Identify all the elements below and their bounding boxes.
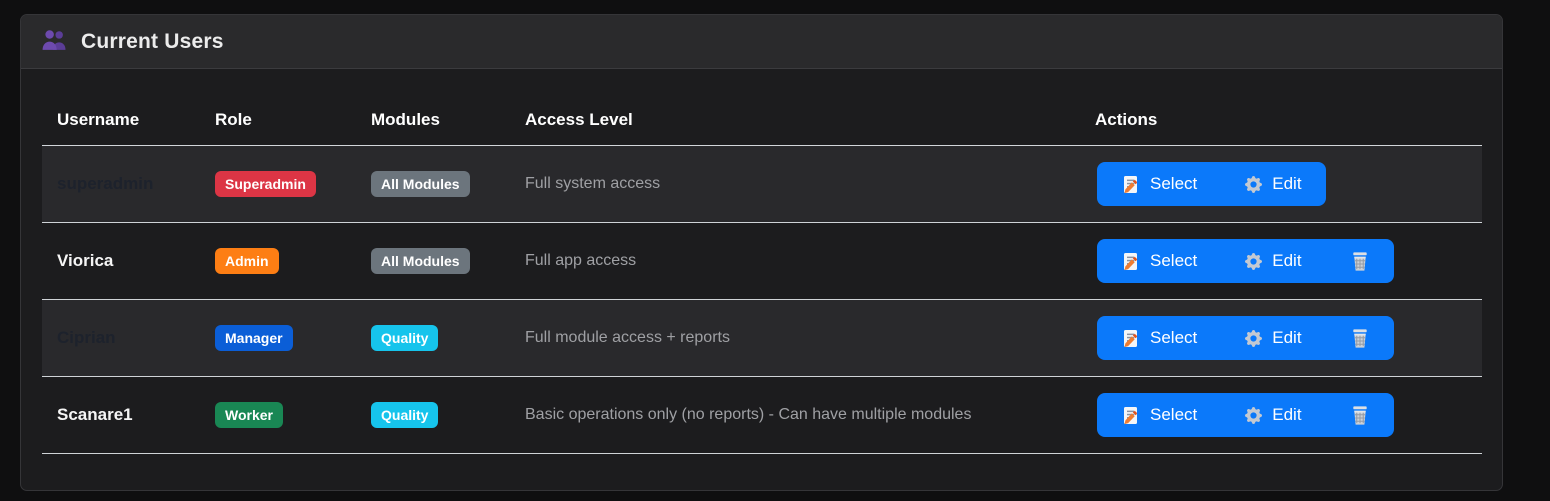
select-button-label: Select [1150, 251, 1197, 271]
delete-button[interactable] [1326, 393, 1394, 437]
table-row: Ciprian Manager Quality Full module acce… [42, 300, 1482, 377]
table-header-row: Username Role Modules Access Level Actio… [42, 93, 1482, 146]
username-cell: Scanare1 [57, 405, 133, 424]
actions-group: Select Edit [1097, 393, 1394, 437]
wastebasket-icon [1350, 405, 1370, 426]
select-button-label: Select [1150, 328, 1197, 348]
table-row: Viorica Admin All Modules Full app acces… [42, 223, 1482, 300]
memo-icon [1121, 406, 1140, 425]
memo-icon [1121, 252, 1140, 271]
module-badge: All Modules [371, 171, 470, 197]
access-level-cell: Full app access [525, 252, 636, 269]
role-badge: Worker [215, 402, 283, 428]
edit-button[interactable]: Edit [1221, 316, 1325, 360]
edit-button[interactable]: Edit [1221, 162, 1325, 206]
username-cell: superadmin [57, 174, 153, 193]
page-title: Current Users [81, 30, 224, 54]
col-header-modules: Modules [356, 93, 510, 146]
wastebasket-icon [1350, 251, 1370, 272]
col-header-role: Role [200, 93, 356, 146]
edit-button-label: Edit [1272, 174, 1301, 194]
access-level-cell: Basic operations only (no reports) - Can… [525, 406, 971, 423]
actions-group: Select Edit [1097, 239, 1394, 283]
gear-icon [1245, 330, 1262, 347]
select-button[interactable]: Select [1097, 316, 1221, 360]
table-row: Scanare1 Worker Quality Basic operations… [42, 377, 1482, 454]
select-button[interactable]: Select [1097, 393, 1221, 437]
gear-icon [1245, 407, 1262, 424]
delete-button[interactable] [1326, 316, 1394, 360]
access-level-cell: Full system access [525, 175, 660, 192]
edit-button-label: Edit [1272, 405, 1301, 425]
users-table: Username Role Modules Access Level Actio… [42, 93, 1482, 454]
card-body: Username Role Modules Access Level Actio… [21, 69, 1502, 454]
memo-icon [1121, 329, 1140, 348]
module-badge: Quality [371, 402, 438, 428]
role-badge: Superadmin [215, 171, 316, 197]
table-row: superadmin Superadmin All Modules Full s… [42, 146, 1482, 223]
select-button-label: Select [1150, 405, 1197, 425]
module-badge: Quality [371, 325, 438, 351]
col-header-actions: Actions [1080, 93, 1482, 146]
wastebasket-icon [1350, 328, 1370, 349]
memo-icon [1121, 175, 1140, 194]
module-badge: All Modules [371, 248, 470, 274]
col-header-username: Username [42, 93, 200, 146]
edit-button-label: Edit [1272, 251, 1301, 271]
edit-button[interactable]: Edit [1221, 239, 1325, 283]
actions-group: Select Edit [1097, 162, 1326, 206]
edit-button-label: Edit [1272, 328, 1301, 348]
gear-icon [1245, 253, 1262, 270]
edit-button[interactable]: Edit [1221, 393, 1325, 437]
role-badge: Manager [215, 325, 293, 351]
select-button[interactable]: Select [1097, 239, 1221, 283]
username-cell: Viorica [57, 251, 113, 270]
col-header-access-level: Access Level [510, 93, 1080, 146]
card-header: Current Users [21, 15, 1502, 69]
select-button-label: Select [1150, 174, 1197, 194]
users-icon [41, 28, 68, 56]
gear-icon [1245, 176, 1262, 193]
role-badge: Admin [215, 248, 279, 274]
username-cell: Ciprian [57, 328, 116, 347]
access-level-cell: Full module access + reports [525, 329, 730, 346]
select-button[interactable]: Select [1097, 162, 1221, 206]
current-users-card: Current Users Username Role Modules Acce… [20, 14, 1503, 491]
delete-button[interactable] [1326, 239, 1394, 283]
actions-group: Select Edit [1097, 316, 1394, 360]
